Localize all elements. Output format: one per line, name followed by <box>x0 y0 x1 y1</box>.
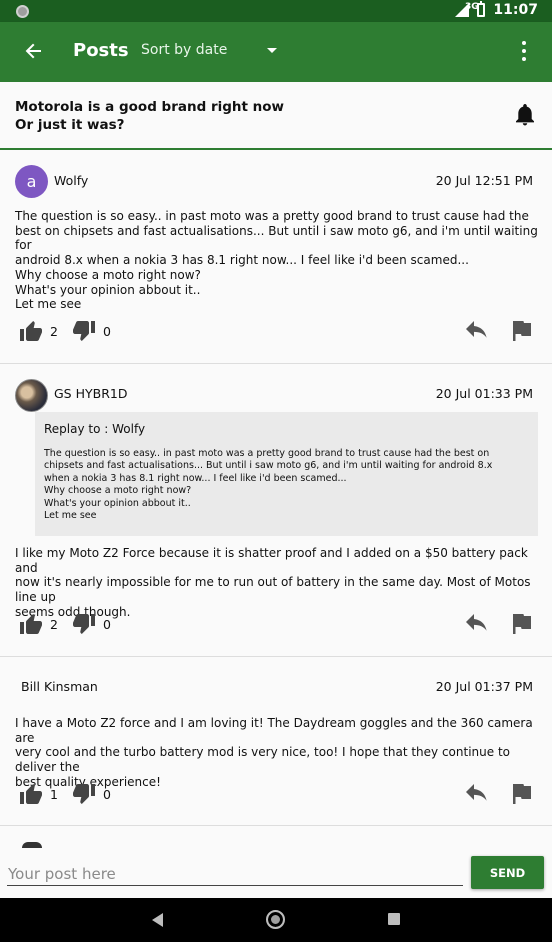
post-date: 20 Jul 12:51 PM <box>435 173 533 188</box>
status-bar: 3G 11:07 <box>0 0 552 22</box>
post-actions: 2 0 <box>0 614 552 638</box>
next-post-peek <box>22 842 42 848</box>
post-author: Wolfy <box>54 173 89 188</box>
flag-icon[interactable] <box>513 614 531 634</box>
thumb-up-icon[interactable] <box>20 321 42 341</box>
reply-icon[interactable] <box>466 784 488 804</box>
reply-icon[interactable] <box>466 321 488 341</box>
like-count: 2 <box>50 324 58 339</box>
thumb-up-icon[interactable] <box>20 614 42 634</box>
sort-label: Sort by date <box>141 42 228 58</box>
battery-icon <box>477 1 486 17</box>
thumb-down-icon[interactable] <box>73 614 95 634</box>
post-actions: 2 0 <box>0 321 552 345</box>
thumb-down-icon[interactable] <box>73 321 95 341</box>
like-count: 2 <box>50 617 58 632</box>
reply-icon[interactable] <box>466 614 488 634</box>
thumb-down-icon[interactable] <box>73 784 95 804</box>
post-body: The question is so easy.. in past moto w… <box>15 209 538 312</box>
topic-header: Motorola is a good brand right now Or ju… <box>0 82 552 150</box>
post-item: GS HYBR1D 20 Jul 01:33 PM Replay to : Wo… <box>0 365 552 657</box>
post-input[interactable] <box>7 862 463 886</box>
post-item: a Wolfy 20 Jul 12:51 PM The question is … <box>0 151 552 364</box>
dislike-count: 0 <box>103 787 111 802</box>
post-body: I like my Moto Z2 Force because it is sh… <box>15 546 531 619</box>
send-button[interactable]: SEND <box>471 856 544 889</box>
overflow-menu-button[interactable] <box>515 39 533 63</box>
nav-home-icon[interactable] <box>266 910 285 929</box>
post-body: I have a Moto Z2 force and I am loving i… <box>15 716 533 789</box>
post-author: GS HYBR1D <box>54 386 128 401</box>
post-item: Bill Kinsman 20 Jul 01:37 PM I have a Mo… <box>0 658 552 826</box>
app-bar: Posts Sort by date <box>0 22 552 82</box>
quoted-text: The question is so easy.. in past moto w… <box>44 448 493 522</box>
avatar <box>15 379 48 412</box>
dropdown-caret-icon <box>267 47 278 53</box>
reply-to-label: Replay to : Wolfy <box>44 422 146 436</box>
post-date: 20 Jul 01:37 PM <box>435 679 533 694</box>
topic-title: Motorola is a good brand right now Or ju… <box>15 99 285 133</box>
system-nav-bar <box>0 898 552 942</box>
nav-back-icon[interactable] <box>152 913 163 927</box>
page-title: Posts <box>73 40 129 61</box>
notification-icon <box>16 5 29 18</box>
flag-icon[interactable] <box>513 784 531 804</box>
signal-icon <box>455 3 470 17</box>
bell-icon[interactable] <box>515 104 535 126</box>
post-date: 20 Jul 01:33 PM <box>435 386 533 401</box>
avatar: a <box>15 165 48 198</box>
quoted-reply: Replay to : Wolfy The question is so eas… <box>35 412 538 536</box>
arrow-left-icon <box>25 43 41 59</box>
post-author: Bill Kinsman <box>21 679 98 694</box>
thumb-up-icon[interactable] <box>20 784 42 804</box>
nav-recents-icon[interactable] <box>388 913 400 925</box>
dislike-count: 0 <box>103 324 111 339</box>
clock: 11:07 <box>493 2 538 18</box>
post-composer: SEND <box>0 850 552 898</box>
post-actions: 1 0 <box>0 784 552 808</box>
dislike-count: 0 <box>103 617 111 632</box>
status-right: 11:07 <box>455 1 538 18</box>
back-button[interactable] <box>20 37 48 65</box>
sort-dropdown[interactable]: Sort by date <box>141 42 278 58</box>
like-count: 1 <box>50 787 58 802</box>
flag-icon[interactable] <box>513 321 531 341</box>
